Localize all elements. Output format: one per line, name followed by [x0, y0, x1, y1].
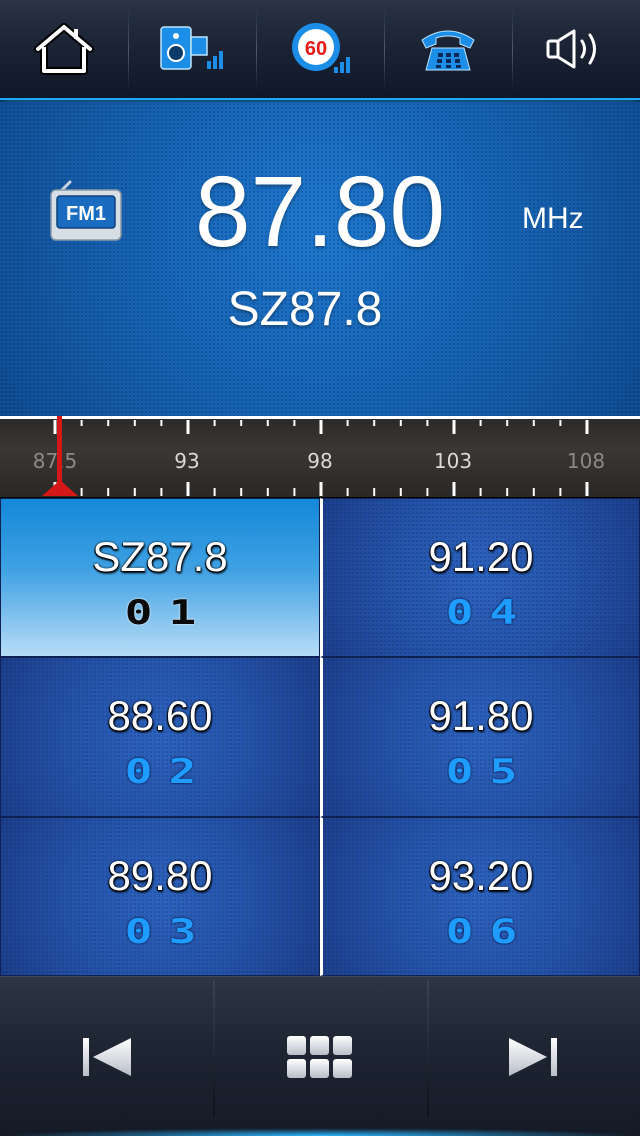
phone-icon: [421, 30, 475, 71]
preset-05[interactable]: 91.80 05: [320, 657, 640, 817]
frequency-unit: MHz: [522, 202, 584, 235]
current-frequency: 87.80: [194, 156, 446, 268]
scale-label-98: 98: [307, 449, 332, 473]
speed-limit-button[interactable]: 60: [256, 0, 384, 98]
next-button[interactable]: [426, 977, 640, 1136]
preset-frequency: SZ87.8: [92, 533, 228, 580]
volume-button[interactable]: [512, 0, 640, 98]
preset-frequency: 89.80: [107, 852, 213, 899]
preset-01[interactable]: SZ87.8 01: [0, 498, 320, 657]
svg-text:FM1: FM1: [66, 203, 106, 225]
scale-label-103: 103: [434, 449, 472, 473]
home-button[interactable]: [0, 0, 128, 98]
scale-label-87-5: 87.5: [33, 449, 78, 473]
skip-previous-icon: [82, 1037, 131, 1076]
speed-camera-icon: [160, 26, 223, 70]
grid-menu-icon: [286, 1035, 352, 1078]
preset-06[interactable]: 93.20 06: [320, 817, 640, 976]
band-badge[interactable]: FM1: [48, 180, 124, 244]
preset-number: 02: [124, 752, 212, 792]
radio-display: FM1 87.80 MHz SZ87.8: [0, 102, 640, 416]
phone-button[interactable]: [384, 0, 512, 98]
fm-band-icon: FM1: [50, 180, 122, 241]
home-icon: [34, 23, 94, 75]
speed-limit-icon: 60: [292, 23, 350, 73]
svg-text:60: 60: [305, 38, 327, 60]
scale-label-108: 108: [567, 449, 605, 473]
speed-camera-button[interactable]: [128, 0, 256, 98]
preset-frequency: 88.60: [107, 692, 213, 739]
preset-number: 01: [124, 593, 212, 633]
preset-frequency: 91.20: [428, 533, 534, 580]
top-toolbar: 60: [0, 0, 640, 100]
speaker-icon: [546, 29, 596, 69]
tuner-scale[interactable]: 87.5 93 98 103 108: [0, 414, 640, 498]
preset-02[interactable]: 88.60 02: [0, 657, 320, 817]
menu-button[interactable]: [213, 977, 426, 1136]
scale-label-93: 93: [174, 449, 199, 473]
preset-03[interactable]: 89.80 03: [0, 817, 320, 976]
preset-04[interactable]: 91.20 04: [320, 498, 640, 657]
bottom-toolbar: [0, 976, 640, 1136]
tuner-scale-graphic: 87.5 93 98 103 108: [33, 414, 605, 496]
preset-number: 03: [124, 912, 212, 952]
previous-button[interactable]: [0, 977, 213, 1136]
skip-next-icon: [509, 1037, 558, 1076]
preset-number: 05: [445, 752, 533, 792]
station-name: SZ87.8: [227, 283, 383, 336]
preset-grid: SZ87.8 01 91.20 04 88.60 02 91.80 05 89.…: [0, 498, 640, 976]
preset-number: 04: [445, 593, 533, 633]
preset-frequency: 91.80: [428, 692, 534, 739]
preset-number: 06: [445, 912, 533, 952]
preset-frequency: 93.20: [428, 852, 534, 899]
